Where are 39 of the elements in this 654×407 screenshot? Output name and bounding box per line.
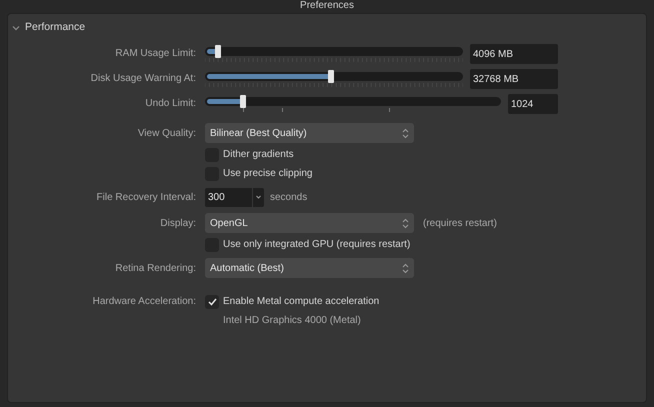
field-label: Disk Usage Warning At: <box>90 73 196 84</box>
number-combo-field[interactable]: 300 <box>205 188 264 206</box>
field-label: Undo Limit: <box>145 98 196 109</box>
slider-track[interactable] <box>205 72 463 81</box>
tick-mark <box>243 108 244 112</box>
checkbox-label: Dither gradients <box>223 148 294 162</box>
slider-track[interactable] <box>205 47 463 56</box>
value-field[interactable]: 4096 MB <box>470 44 558 64</box>
value-field[interactable]: 32768 MB <box>470 69 558 89</box>
up-down-arrows-icon <box>402 218 409 228</box>
dropdown[interactable]: Bilinear (Best Quality) <box>205 123 414 143</box>
tick-mark <box>282 108 283 112</box>
tick-mark <box>388 108 390 112</box>
field-label: Retina Rendering: <box>115 262 196 274</box>
up-down-arrows-icon <box>402 128 409 138</box>
checkbox[interactable] <box>205 294 219 308</box>
slider-thumb[interactable] <box>214 45 221 58</box>
checkmark-icon <box>208 298 216 306</box>
dropdown[interactable]: Automatic (Best) <box>205 258 414 278</box>
chevron-down-icon <box>256 195 261 199</box>
value-field[interactable]: 1024 <box>508 94 558 114</box>
field-label: Hardware Acceleration: <box>92 296 196 307</box>
section-header[interactable]: Performance <box>8 14 646 42</box>
field-label: File Recovery Interval: <box>96 192 196 202</box>
dropdown[interactable]: OpenGL <box>205 213 414 233</box>
slider-track[interactable] <box>205 97 501 106</box>
unit-text: seconds <box>270 190 308 204</box>
window-title: Preferences <box>300 0 354 11</box>
checkbox-label: Use only integrated GPU (requires restart) <box>223 238 410 252</box>
field-label: RAM Usage Limit: <box>115 48 196 59</box>
slider-thumb[interactable] <box>240 95 246 108</box>
checkbox-label: Use precise clipping <box>223 167 312 181</box>
checkbox-label: Enable Metal compute acceleration <box>223 295 380 309</box>
slider-thumb[interactable] <box>328 70 334 83</box>
up-down-arrows-icon <box>402 262 409 274</box>
field-label: Display: <box>160 218 196 228</box>
field-label: View Quality: <box>138 128 196 138</box>
note-text: (requires restart) <box>423 216 497 230</box>
gpu-info-text: Intel HD Graphics 4000 (Metal) <box>223 314 361 328</box>
